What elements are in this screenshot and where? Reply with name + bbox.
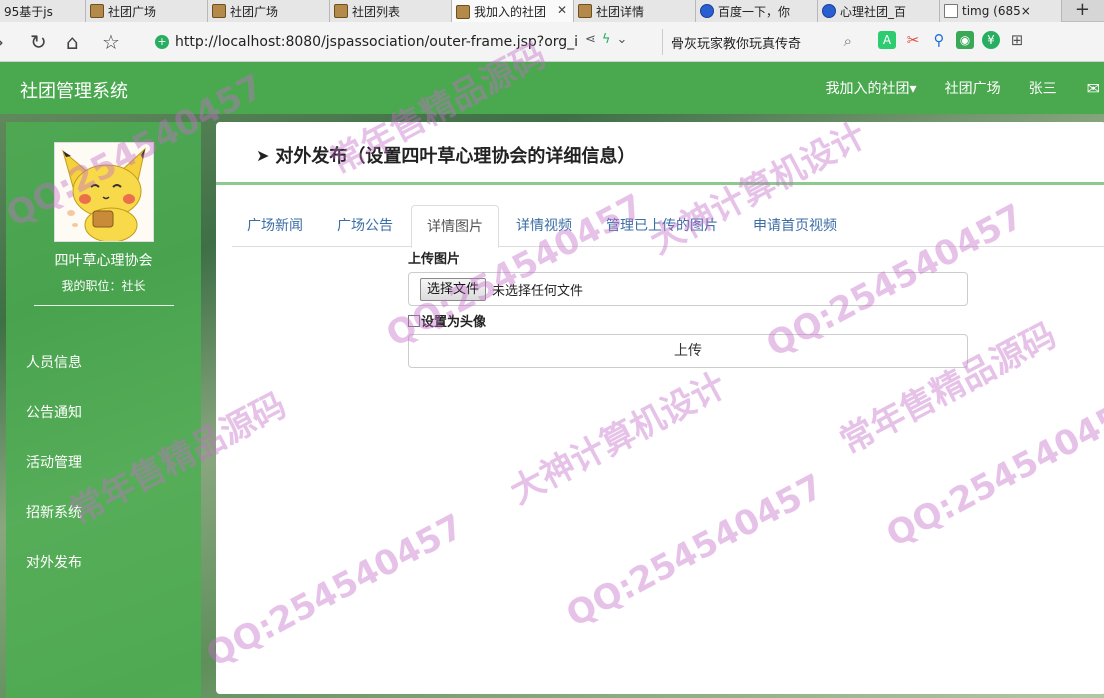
home-icon[interactable]: ⌂ <box>66 31 79 53</box>
close-tab-icon[interactable]: ✕ <box>557 3 567 17</box>
page-title: ➤ 对外发布（设置四叶草心理协会的详细信息） <box>256 142 635 168</box>
browser-search-field[interactable]: 骨灰玩家教你玩真传奇 ⌕ <box>662 29 862 55</box>
sidebar: 四叶草心理协会 我的职位：社长 人员信息 公告通知 活动管理 招新系统 对外发布 <box>6 122 201 698</box>
url-text: http://localhost:8080/jspassociation/out… <box>175 34 579 50</box>
browser-tab[interactable]: 社团广场 <box>208 0 330 22</box>
tab-label: 社团广场 <box>108 4 157 19</box>
share-icon[interactable]: ⋖ <box>585 32 602 47</box>
chevron-down-icon[interactable]: ⌄ <box>616 32 633 47</box>
tab-label: 百度一下，你 <box>718 4 791 19</box>
sidebar-item-recruitment[interactable]: 招新系统 <box>26 502 82 522</box>
file-status-text: 未选择任何文件 <box>492 283 584 299</box>
file-input[interactable]: 选择文件 未选择任何文件 <box>408 272 968 306</box>
choose-file-button[interactable]: 选择文件 <box>420 277 487 301</box>
tab-square-notice[interactable]: 广场公告 <box>322 205 408 247</box>
browser-tab[interactable]: 社团广场 <box>86 0 208 22</box>
sidebar-item-activities[interactable]: 活动管理 <box>26 452 82 472</box>
navbar-links: 我加入的社团▾ 社团广场 张三 ✉ <box>798 62 1104 114</box>
publish-tabs: 广场新闻 广场公告 详情图片 详情视频 管理已上传的图片 申请首页视频 <box>232 205 1104 248</box>
extension-icons: A ✂ ⚲ ◉ ¥ ⊞ <box>878 31 1026 49</box>
url-tools: ⋖ϟ⌄ <box>585 32 633 47</box>
title-divider <box>216 182 1104 185</box>
magnifier-icon[interactable]: ⚲ <box>930 31 948 49</box>
sidebar-item-members[interactable]: 人员信息 <box>26 352 82 372</box>
tab-label: 95基于js <box>4 4 53 19</box>
pikachu-favicon-icon <box>212 4 226 18</box>
translate-icon[interactable]: A <box>878 31 896 49</box>
browser-tab[interactable]: 95基于js <box>0 0 86 22</box>
address-bar: › ↻ ⌂ ☆ + http://localhost:8080/jspassoc… <box>0 22 1104 62</box>
pikachu-favicon-icon <box>456 4 470 19</box>
browser-tab[interactable]: 百度一下，你 <box>696 0 818 22</box>
browser-tab[interactable]: timg (685× <box>940 0 1062 22</box>
nav-user-name[interactable]: 张三 <box>1029 78 1057 98</box>
main-panel: ➤ 对外发布（设置四叶草心理协会的详细信息） 广场新闻 广场公告 详情图片 详情… <box>216 122 1104 694</box>
secure-shield-icon: + <box>155 35 169 49</box>
new-tab-button[interactable]: + <box>1075 0 1090 20</box>
star-icon[interactable]: ☆ <box>102 31 120 53</box>
apps-grid-icon[interactable]: ⊞ <box>1008 31 1026 49</box>
baidu-paw-icon <box>822 4 836 18</box>
set-as-avatar-row: 设置为头像 <box>408 311 486 330</box>
brand-title[interactable]: 社团管理系统 <box>20 77 128 103</box>
browser-tab[interactable]: 心理社团_百 <box>818 0 940 22</box>
nav-club-square[interactable]: 社团广场 <box>945 78 1001 98</box>
search-icon[interactable]: ⌕ <box>844 32 852 50</box>
back-arrow-icon[interactable]: › <box>0 31 4 53</box>
set-as-avatar-label[interactable]: 设置为头像 <box>421 311 486 330</box>
sidebar-item-publish[interactable]: 对外发布 <box>26 552 82 572</box>
tab-apply-home-video[interactable]: 申请首页视频 <box>738 205 852 247</box>
top-navbar: 社团管理系统 我加入的社团▾ 社团广场 张三 ✉ <box>0 62 1104 114</box>
tab-detail-images[interactable]: 详情图片 <box>411 205 499 248</box>
org-role: 我的职位：社长 <box>61 279 146 293</box>
upload-image-label: 上传图片 <box>408 252 461 267</box>
pikachu-favicon-icon <box>578 4 592 18</box>
pikachu-favicon-icon <box>334 4 348 18</box>
baidu-paw-icon <box>700 4 714 18</box>
nav-my-clubs-dropdown[interactable]: 我加入的社团▾ <box>826 78 917 98</box>
org-name: 四叶草心理协会 <box>54 253 153 269</box>
scissors-icon[interactable]: ✂ <box>904 31 922 49</box>
paper-plane-icon: ➤ <box>256 145 270 165</box>
browser-tab-strip: 95基于js 社团广场 社团广场 社团列表 我加入的社团 ✕ 社团详情 百度一下… <box>0 0 1104 23</box>
pikachu-avatar-image <box>55 143 153 241</box>
pikachu-favicon-icon <box>90 4 104 18</box>
envelope-icon[interactable]: ✉ <box>1087 79 1100 98</box>
tab-label: 社团详情 <box>596 4 645 19</box>
set-as-avatar-checkbox[interactable] <box>408 314 420 327</box>
tab-label: 社团广场 <box>230 4 279 19</box>
browser-tab-active[interactable]: 我加入的社团 ✕ <box>452 0 574 23</box>
upload-button[interactable]: 上传 <box>408 334 968 368</box>
tab-label: 我加入的社团 <box>474 5 547 19</box>
tab-label: 心理社团_百 <box>840 4 907 19</box>
tab-detail-video[interactable]: 详情视频 <box>501 205 587 247</box>
search-text: 骨灰玩家教你玩真传奇 <box>671 36 802 52</box>
url-field[interactable]: + http://localhost:8080/jspassociation/o… <box>155 29 655 55</box>
browser-tab[interactable]: 社团列表 <box>330 0 452 22</box>
tab-square-news[interactable]: 广场新闻 <box>232 205 318 247</box>
page-title-text: 对外发布（设置四叶草心理协会的详细信息） <box>275 146 636 167</box>
tab-label: timg (685× <box>962 4 1031 18</box>
shield-yen-icon[interactable]: ¥ <box>982 31 1000 49</box>
app-frame: 社团管理系统 我加入的社团▾ 社团广场 张三 ✉ 四叶草心理协会 我的职位：社长… <box>0 62 1104 698</box>
gamepad-icon[interactable]: ◉ <box>956 31 974 49</box>
tab-manage-images[interactable]: 管理已上传的图片 <box>591 205 733 247</box>
tab-label: 社团列表 <box>352 4 401 19</box>
lightning-icon[interactable]: ϟ <box>602 32 617 47</box>
sidebar-divider <box>34 305 174 306</box>
reload-icon[interactable]: ↻ <box>30 31 47 53</box>
sidebar-item-notices[interactable]: 公告通知 <box>26 402 82 422</box>
document-icon <box>944 4 958 18</box>
club-avatar <box>54 142 154 242</box>
browser-tab[interactable]: 社团详情 <box>574 0 696 22</box>
